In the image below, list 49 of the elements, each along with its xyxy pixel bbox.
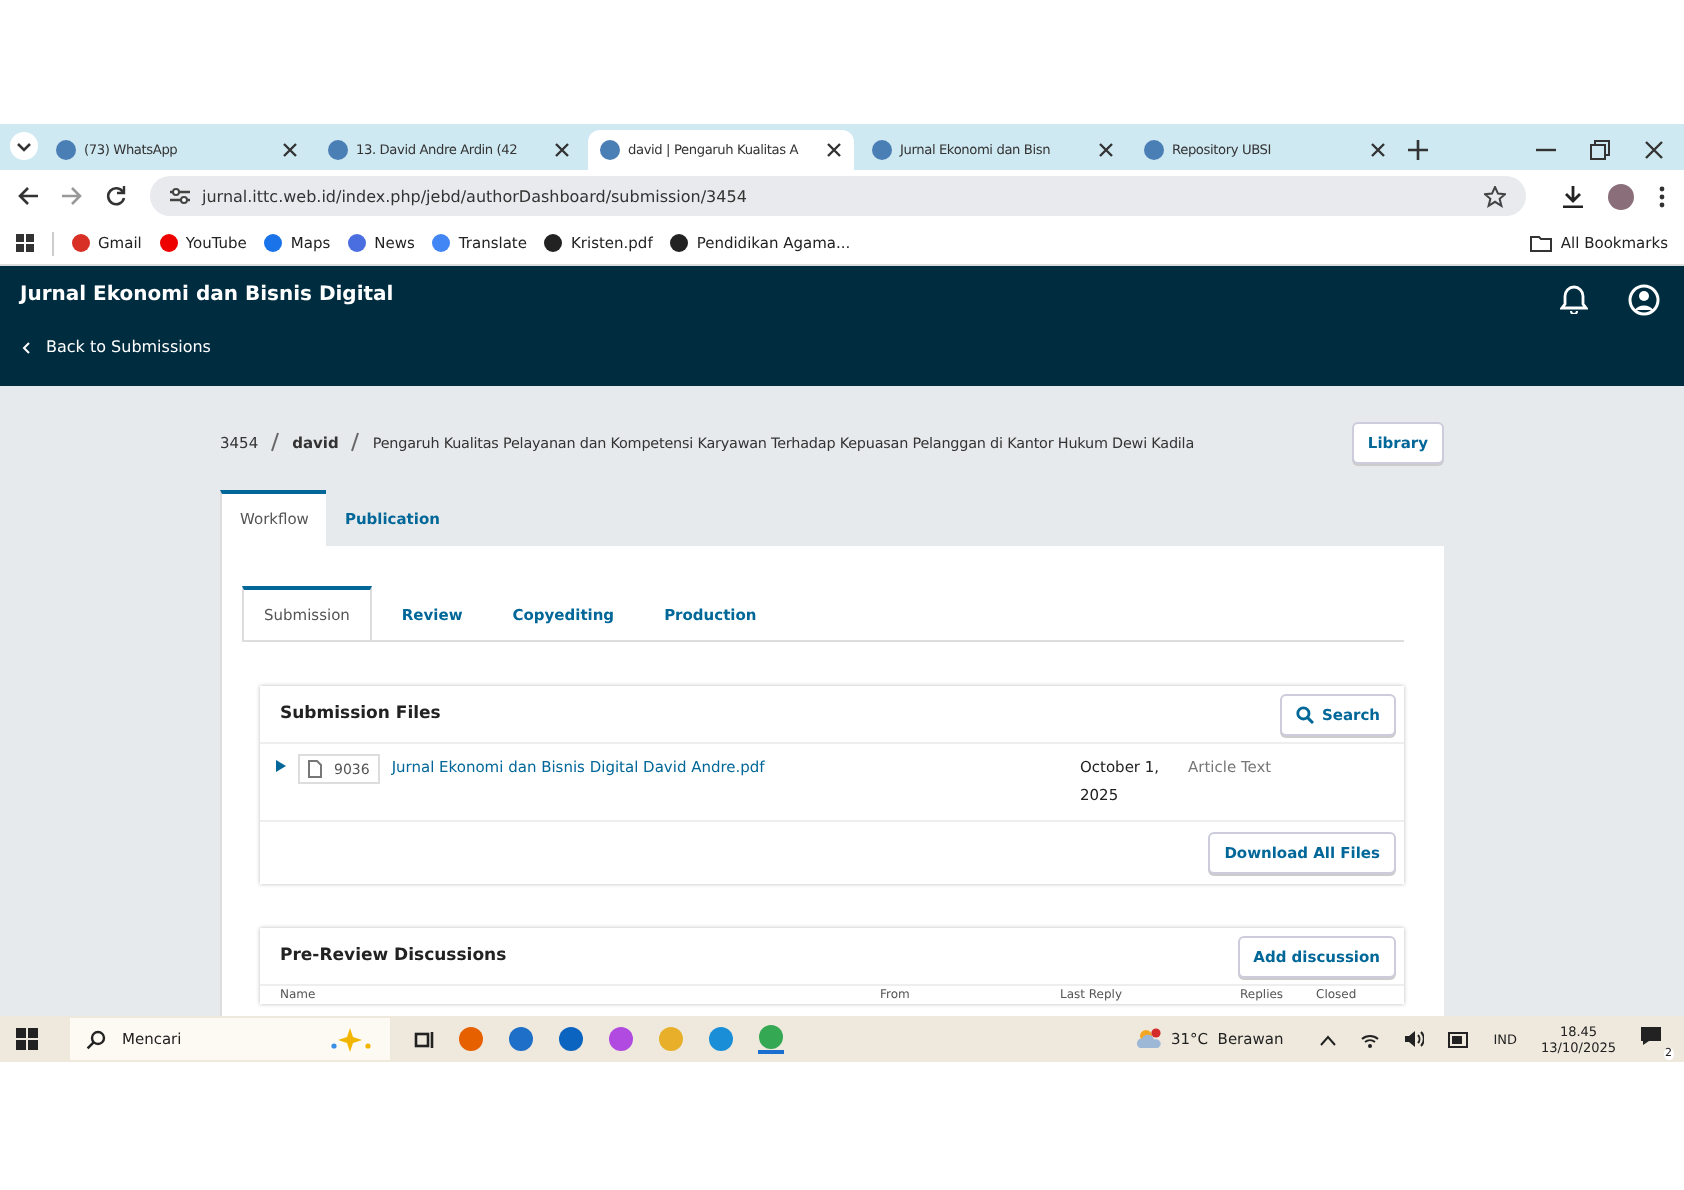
expand-triangle-icon[interactable] xyxy=(276,760,286,772)
address-bar[interactable]: jurnal.ittc.web.id/index.php/jebd/authorDashboard/submission/3454 xyxy=(150,176,1526,216)
speaker-icon xyxy=(1403,1030,1424,1048)
close-icon[interactable] xyxy=(1644,140,1664,160)
slash-icon xyxy=(270,432,281,452)
close-icon[interactable] xyxy=(1370,142,1386,158)
plus-icon[interactable] xyxy=(1408,140,1428,160)
wifi-icon xyxy=(1359,1031,1380,1047)
task-view-icon[interactable] xyxy=(414,1029,434,1049)
profile-avatar-icon[interactable] xyxy=(1608,183,1634,209)
document-icon xyxy=(308,760,322,778)
chevron-up-icon[interactable] xyxy=(1319,1033,1336,1045)
site-settings-icon[interactable] xyxy=(170,186,190,206)
bookmark-icon xyxy=(670,234,689,252)
bookmark-icon xyxy=(348,234,367,252)
close-icon[interactable] xyxy=(282,142,298,158)
chevron-left-icon xyxy=(22,341,30,353)
section-title: Pre-Review Discussions xyxy=(280,946,507,966)
close-icon[interactable] xyxy=(554,142,570,158)
sparkle-icon xyxy=(330,1027,374,1051)
section-title: Submission Files xyxy=(280,704,441,724)
star-icon[interactable] xyxy=(1484,185,1506,207)
bookmark-icon xyxy=(264,234,283,252)
weather-cloud-icon xyxy=(1135,1028,1161,1050)
bell-icon[interactable] xyxy=(1560,284,1588,314)
start-icon[interactable] xyxy=(16,1028,38,1050)
more-menu-icon[interactable] xyxy=(1658,185,1666,207)
bookmark-icon xyxy=(159,234,178,252)
user-icon[interactable] xyxy=(1628,284,1660,316)
restore-icon[interactable] xyxy=(1590,140,1610,160)
slash-icon xyxy=(350,432,361,452)
back-arrow-icon[interactable] xyxy=(18,186,38,206)
bookmark-icon xyxy=(432,234,451,252)
apps-grid-icon[interactable] xyxy=(16,234,34,252)
chevron-down-icon[interactable] xyxy=(10,132,38,160)
url-text: jurnal.ittc.web.id/index.php/jebd/authorDashboard/submission/3454 xyxy=(202,187,747,205)
battery-icon xyxy=(1447,1031,1470,1047)
journal-title[interactable]: Jurnal Ekonomi dan Bisnis Digital xyxy=(20,284,394,306)
back-link[interactable]: Back to Submissions xyxy=(20,338,211,356)
download-icon[interactable] xyxy=(1562,185,1584,207)
bookmark-icon xyxy=(544,234,563,252)
close-icon[interactable] xyxy=(826,142,842,158)
search-icon xyxy=(86,1029,106,1049)
reload-icon[interactable] xyxy=(106,186,126,206)
bookmark-icon xyxy=(72,234,90,252)
search-icon xyxy=(1295,705,1314,723)
forward-arrow-icon[interactable] xyxy=(62,186,82,206)
chat-bubble-icon xyxy=(1640,1025,1662,1045)
close-icon[interactable] xyxy=(1098,142,1114,158)
